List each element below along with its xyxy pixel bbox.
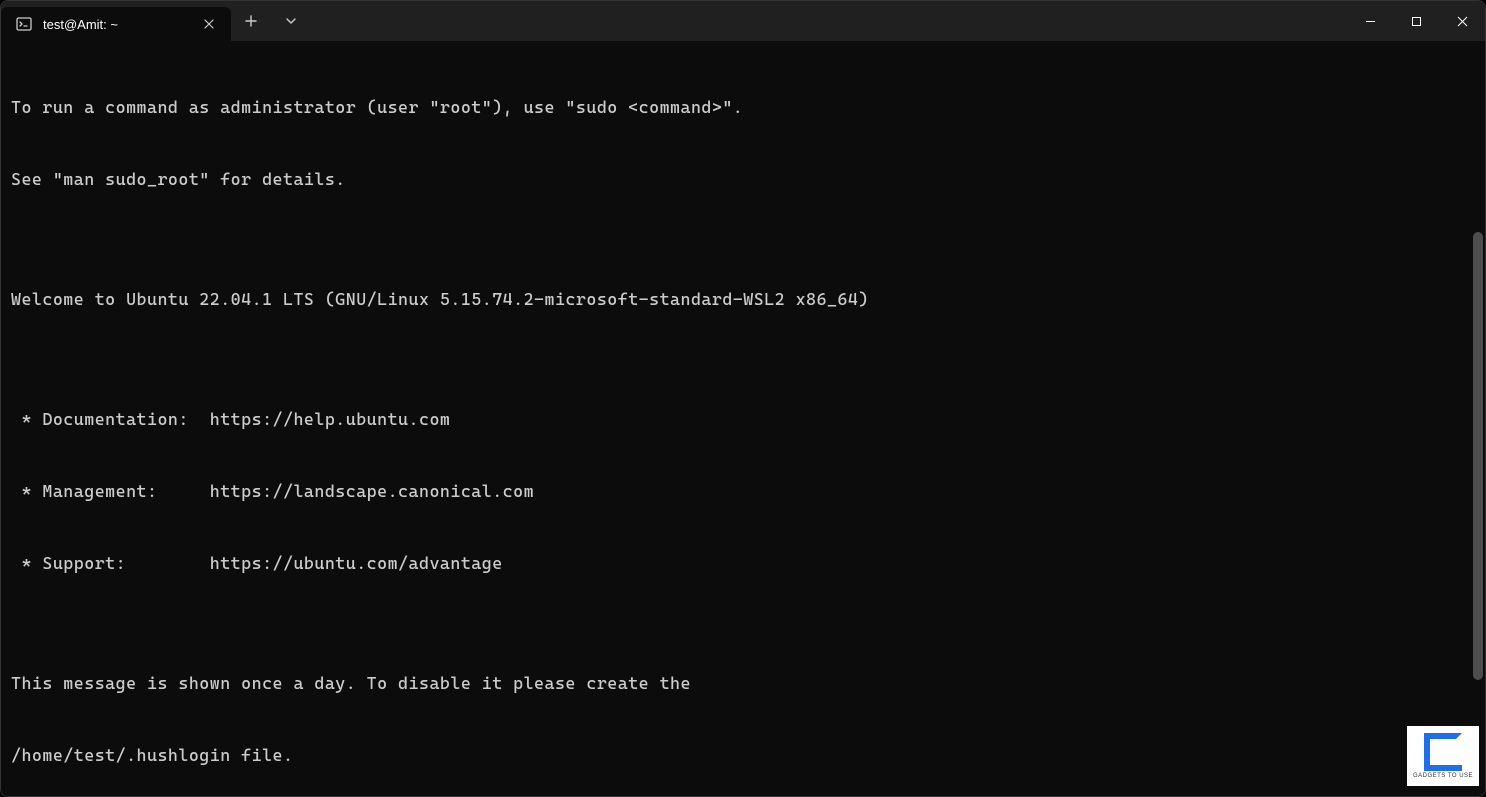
terminal-viewport[interactable]: To run a command as administrator (user … [1,41,1485,796]
motd-welcome: Welcome to Ubuntu 22.04.1 LTS (GNU/Linux… [11,287,1475,311]
terminal-window: test@Amit: ~ To run a c [0,0,1486,797]
titlebar[interactable]: test@Amit: ~ [1,1,1485,41]
motd-hush-2: /home/test/.hushlogin file. [11,743,1475,767]
watermark-badge: GADGETS TO USE [1407,726,1479,786]
motd-mgmt: * Management: https://landscape.canonica… [11,479,1475,503]
close-button[interactable] [1439,1,1485,41]
motd-doc: * Documentation: https://help.ubuntu.com [11,407,1475,431]
minimize-button[interactable] [1347,1,1393,41]
motd-line: See "man sudo_root" for details. [11,167,1475,191]
motd-line: To run a command as administrator (user … [11,95,1475,119]
terminal-content: To run a command as administrator (user … [11,47,1475,796]
watermark-logo-icon [1424,733,1462,771]
scrollbar-thumb[interactable] [1473,232,1483,680]
terminal-icon [15,15,33,33]
tab-close-button[interactable] [197,12,221,36]
motd-hush-1: This message is shown once a day. To dis… [11,671,1475,695]
watermark-text: GADGETS TO USE [1413,773,1473,779]
tab-dropdown-button[interactable] [271,1,311,41]
titlebar-drag-region[interactable] [311,1,1347,41]
new-tab-button[interactable] [231,1,271,41]
tab-strip: test@Amit: ~ [1,1,231,41]
window-controls [1347,1,1485,41]
tab-active[interactable]: test@Amit: ~ [1,7,231,41]
scrollbar[interactable] [1473,45,1483,792]
tab-title: test@Amit: ~ [43,17,187,32]
maximize-button[interactable] [1393,1,1439,41]
motd-support: * Support: https://ubuntu.com/advantage [11,551,1475,575]
